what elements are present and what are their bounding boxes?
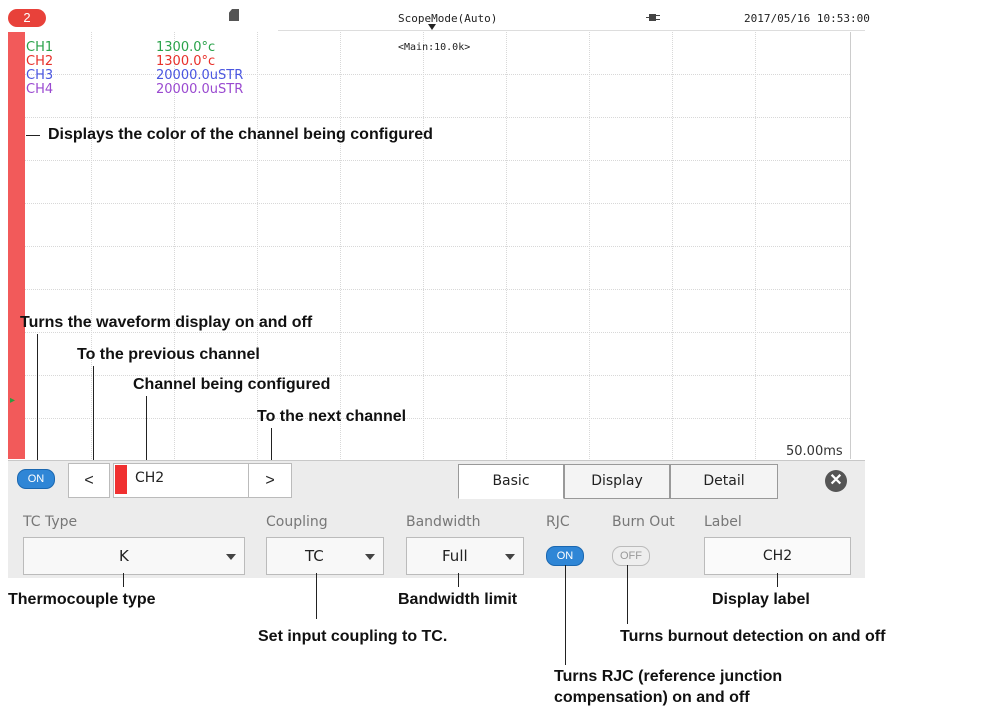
channel-name: CH2 (135, 470, 165, 486)
date-time: 2017/05/16 10:53:00 (744, 12, 870, 25)
close-icon[interactable]: ✕ (825, 470, 847, 492)
coupling-dropdown[interactable]: TC (266, 537, 384, 575)
annotation-rjc-1: Turns RJC (reference junction (554, 668, 783, 685)
annotation-leader (123, 573, 124, 587)
burnout-toggle[interactable]: OFF (612, 546, 650, 566)
rjc-toggle[interactable]: ON (546, 546, 584, 566)
annotation-leader (627, 565, 628, 624)
channel-name: CH4 (26, 82, 54, 97)
prev-channel-button[interactable]: < (68, 463, 110, 498)
annotation-leader (93, 366, 94, 462)
annotation-rjc-2: compensation) on and off (554, 689, 750, 706)
channel-name: CH2 (26, 54, 54, 69)
annotation-wave-toggle: Turns the waveform display on and off (20, 314, 313, 331)
annotation-leader (26, 135, 40, 136)
channel-name: CH3 (26, 68, 54, 83)
channel-readout-ch1: CH1 1300.0°c (26, 41, 215, 54)
channel-value: 1300.0°c (156, 40, 216, 55)
chevron-down-icon (365, 554, 375, 560)
channel-color-swatch (115, 465, 127, 494)
channel-readout-ch3: CH3 20000.0uSTR (26, 69, 243, 82)
waveform-display-toggle[interactable]: ON (17, 469, 55, 489)
coupling-label: Coupling (266, 514, 328, 530)
display-label-label: Label (704, 514, 742, 530)
channel-badge: 2 (8, 9, 46, 27)
annotation-next-channel: To the next channel (257, 408, 407, 425)
channel-readout-ch4: CH4 20000.0uSTR (26, 83, 243, 96)
power-plug-icon (646, 14, 660, 21)
channel-selector[interactable] (113, 463, 250, 498)
tc-type-value: K (119, 547, 129, 565)
annotation-leader (316, 573, 317, 619)
header-divider (278, 30, 865, 31)
chevron-down-icon (226, 554, 236, 560)
channel-value: 20000.0uSTR (156, 68, 244, 83)
sd-card-icon (229, 9, 239, 21)
tc-type-dropdown[interactable]: K (23, 537, 245, 575)
channel-readout-ch2: CH2 1300.0°c (26, 55, 215, 68)
burnout-label: Burn Out (612, 514, 675, 530)
annotation-leader (458, 573, 459, 587)
coupling-value: TC (305, 547, 324, 565)
annotation-leader (271, 428, 272, 462)
annotation-prev-channel: To the previous channel (77, 346, 260, 363)
annotation-bandwidth: Bandwidth limit (398, 591, 518, 608)
tc-type-label: TC Type (23, 514, 78, 530)
annotation-leader (146, 396, 147, 462)
channel-name: CH1 (26, 40, 54, 55)
next-channel-button[interactable]: > (248, 463, 292, 498)
bandwidth-label: Bandwidth (406, 514, 481, 530)
rjc-label: RJC (546, 514, 570, 530)
annotation-coupling: Set input coupling to TC. (258, 628, 448, 645)
bandwidth-value: Full (442, 547, 468, 565)
tab-detail[interactable]: Detail (670, 464, 778, 499)
display-label-field[interactable]: CH2 (704, 537, 851, 575)
annotation-leader (565, 565, 566, 665)
annotation-channel-config: Channel being configured (133, 376, 331, 393)
annotation-leader (777, 573, 778, 587)
channel-value: 1300.0°c (156, 54, 216, 69)
annotation-tc-type: Thermocouple type (8, 591, 156, 608)
trigger-level-icon: ▸ (10, 395, 16, 406)
tab-display[interactable]: Display (564, 464, 670, 499)
bandwidth-dropdown[interactable]: Full (406, 537, 524, 575)
annotation-leader (37, 334, 38, 462)
waveform-display[interactable] (8, 32, 851, 459)
tab-basic[interactable]: Basic (458, 464, 564, 499)
channel-value: 20000.0uSTR (156, 82, 244, 97)
annotation-channel-color: Displays the color of the channel being … (48, 126, 433, 143)
scope-mode: ScopeMode(Auto) (398, 12, 498, 25)
main-sample-info: <Main:10.0k> (398, 42, 471, 53)
annotation-burnout: Turns burnout detection on and off (620, 628, 886, 645)
annotation-label: Display label (712, 591, 810, 608)
chevron-down-icon (505, 554, 515, 560)
time-per-div: 50.00ms (786, 444, 843, 459)
